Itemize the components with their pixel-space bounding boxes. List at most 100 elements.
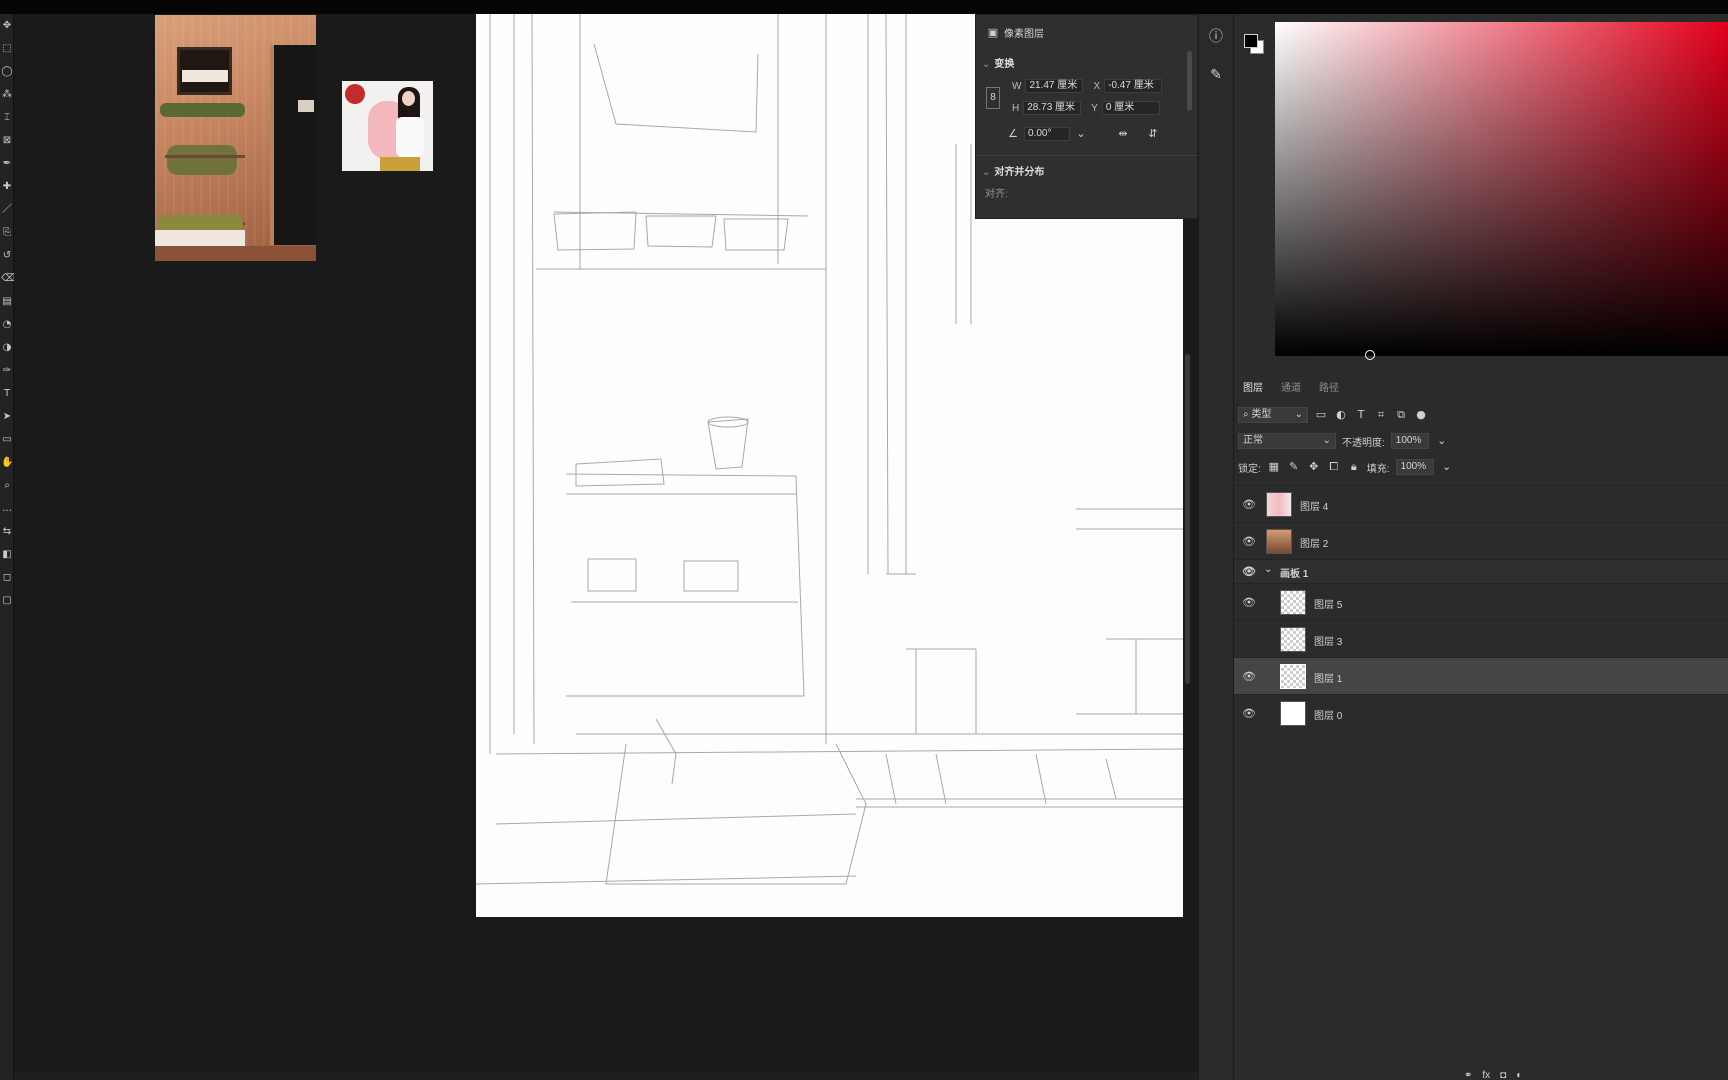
visibility-eye-icon[interactable]: 👁︎ <box>1242 565 1256 578</box>
chevron-down-icon[interactable]: ⌄ <box>1074 127 1088 141</box>
fill-label: 填充: <box>1366 463 1390 475</box>
canvas-scrollbar[interactable] <box>1185 354 1190 684</box>
healing-brush-tool[interactable]: ✚ <box>1 181 13 193</box>
layers-panel-tabs: 图层 通道 路径 <box>1234 375 1728 397</box>
reference-image-plush[interactable] <box>342 81 433 171</box>
dodge-tool[interactable]: ◑ <box>1 342 13 354</box>
lock-artboard-icon[interactable]: ⧠ <box>1327 460 1341 474</box>
gradient-tool[interactable]: ▤ <box>1 296 13 308</box>
filter-type-icon[interactable]: T <box>1354 408 1368 422</box>
tools-panel: ✥ ⬚ ◯ ⁂ ⌶ ⊠ ✒ ✚ ／ ⎘ ↺ ⌫ ▤ ◔ ◑ ✑ T ➤ ▭ ✋ ⌕ … ⇆ ◧ ◻ ▢ <box>0 14 15 1080</box>
tab-channels[interactable]: 通道 <box>1272 375 1310 397</box>
flip-horizontal-icon[interactable]: ⇹ <box>1116 127 1130 141</box>
hand-tool[interactable]: ✋ <box>1 457 13 469</box>
filter-shape-icon[interactable]: ⌗ <box>1374 408 1388 422</box>
visibility-eye-icon[interactable]: 👁︎ <box>1242 535 1256 548</box>
eraser-tool[interactable]: ⌫ <box>1 273 15 285</box>
swap-colors[interactable]: ⇆ <box>1 526 13 538</box>
x-field[interactable]: -0.47 厘米 <box>1104 79 1163 93</box>
marquee-tool[interactable]: ⬚ <box>1 43 13 55</box>
pen-tool[interactable]: ✑ <box>1 365 13 377</box>
more-tools[interactable]: … <box>1 503 13 515</box>
visibility-eye-icon[interactable]: 👁︎ <box>1242 498 1256 511</box>
quick-mask[interactable]: ◻ <box>1 572 13 584</box>
eyedropper-tool[interactable]: ✒ <box>1 158 13 170</box>
chevron-down-icon[interactable]: ⌄ <box>1440 460 1454 474</box>
chevron-down-icon[interactable]: ⌄ <box>982 59 990 70</box>
angle-field[interactable]: 0.00° <box>1024 127 1070 141</box>
layer-row[interactable]: 👁︎ 图层 2 <box>1234 522 1728 559</box>
type-tool[interactable]: T <box>1 388 13 400</box>
layer-thumbnail <box>1280 664 1306 689</box>
layer-row[interactable]: 👁︎ 图层 1 <box>1234 657 1728 694</box>
color-picker-field[interactable] <box>1275 22 1728 356</box>
layer-row[interactable]: 👁︎ 图层 4 <box>1234 485 1728 522</box>
clone-stamp-tool[interactable]: ⎘ <box>1 227 13 239</box>
properties-scrollbar[interactable] <box>1187 51 1192 111</box>
chevron-down-icon[interactable]: ⌄ <box>1435 434 1449 448</box>
layer-row[interactable]: 👁︎ 图层 0 <box>1234 694 1728 731</box>
screen-mode[interactable]: ▢ <box>1 595 13 607</box>
flip-vertical-icon[interactable]: ⇵ <box>1146 127 1160 141</box>
lock-image-icon[interactable]: ✎ <box>1287 460 1301 474</box>
history-brush-tool[interactable]: ↺ <box>1 250 13 262</box>
blur-tool[interactable]: ◔ <box>1 319 13 331</box>
opacity-field[interactable]: 100% <box>1390 433 1429 449</box>
tab-layers[interactable]: 图层 <box>1234 375 1272 397</box>
add-mask-icon[interactable]: ◘ <box>1500 1070 1506 1080</box>
filter-pixel-icon[interactable]: ▭ <box>1314 408 1328 422</box>
blend-mode-select[interactable]: 正常 ⌄ <box>1238 433 1336 449</box>
layer-thumbnail <box>1280 590 1306 615</box>
zoom-tool[interactable]: ⌕ <box>1 480 13 492</box>
visibility-eye-icon[interactable]: 👁︎ <box>1242 670 1256 683</box>
new-adjustment-icon[interactable]: ◐ <box>1516 1070 1522 1080</box>
frame-tool[interactable]: ⊠ <box>1 135 13 147</box>
chevron-down-icon[interactable]: ⌄ <box>1264 564 1272 575</box>
transform-section-label: 变换 <box>994 59 1015 70</box>
reference-image-storefront[interactable] <box>155 15 316 261</box>
width-label: W <box>1012 80 1022 92</box>
chevron-down-icon[interactable]: ⌄ <box>982 167 990 178</box>
lasso-tool[interactable]: ◯ <box>1 66 13 78</box>
align-sub-label: 对齐: <box>985 189 1008 200</box>
shape-tool[interactable]: ▭ <box>1 434 13 446</box>
tab-paths[interactable]: 路径 <box>1310 375 1348 397</box>
properties-title: 像素图层 <box>1004 29 1044 40</box>
y-field[interactable]: 0 厘米 <box>1101 101 1160 115</box>
visibility-eye-icon[interactable] <box>1242 633 1256 645</box>
layer-name: 图层 1 <box>1314 674 1343 685</box>
link-layers-icon[interactable]: ⚭ <box>1464 1070 1472 1080</box>
filter-smart-object-icon[interactable]: ⧉ <box>1394 408 1408 422</box>
lock-all-icon[interactable]: 🔒︎ <box>1347 460 1361 474</box>
crop-tool[interactable]: ⌶ <box>1 112 13 124</box>
move-tool[interactable]: ✥ <box>1 20 13 32</box>
filter-adjustment-icon[interactable]: ◐ <box>1334 408 1348 422</box>
visibility-eye-icon[interactable]: 👁︎ <box>1242 596 1256 609</box>
height-field[interactable]: 28.73 厘米 <box>1023 101 1082 115</box>
layer-name: 图层 4 <box>1300 502 1329 513</box>
width-field[interactable]: 21.47 厘米 <box>1025 79 1084 93</box>
foreground-color-swatch[interactable] <box>1244 34 1258 48</box>
visibility-eye-icon[interactable]: 👁︎ <box>1242 707 1256 720</box>
lock-position-icon[interactable]: ✥ <box>1307 460 1321 474</box>
magic-wand-tool[interactable]: ⁂ <box>1 89 13 101</box>
layer-row[interactable]: 👁︎ 图层 5 <box>1234 583 1728 620</box>
foreground-background-swatch[interactable]: ◧ <box>1 549 13 561</box>
path-selection-tool[interactable]: ➤ <box>1 411 13 423</box>
layer-row[interactable]: 图层 3 <box>1234 620 1728 657</box>
pixel-layer-icon: ▣ <box>987 25 999 39</box>
color-picker-cursor[interactable] <box>1365 350 1375 360</box>
lock-label: 锁定: <box>1238 463 1261 475</box>
layer-thumbnail <box>1280 627 1306 652</box>
info-icon[interactable]: ⓘ <box>1207 28 1225 46</box>
filter-toggle-icon[interactable]: ● <box>1414 408 1428 422</box>
layer-filter-select[interactable]: ⌕ 类型 ⌄ <box>1238 407 1308 423</box>
lock-transparent-icon[interactable]: ▦ <box>1267 460 1281 474</box>
artboard-row[interactable]: 👁︎ ⌄ 画板 1 <box>1234 559 1728 583</box>
fill-field[interactable]: 100% <box>1395 459 1434 475</box>
layer-style-icon[interactable]: fx <box>1482 1070 1490 1080</box>
brush-tool[interactable]: ／ <box>1 204 13 216</box>
link-dimensions-icon[interactable]: 8 <box>986 87 1000 109</box>
brush-settings-icon[interactable]: ✎ <box>1207 66 1225 84</box>
layer-name: 图层 5 <box>1314 600 1343 611</box>
